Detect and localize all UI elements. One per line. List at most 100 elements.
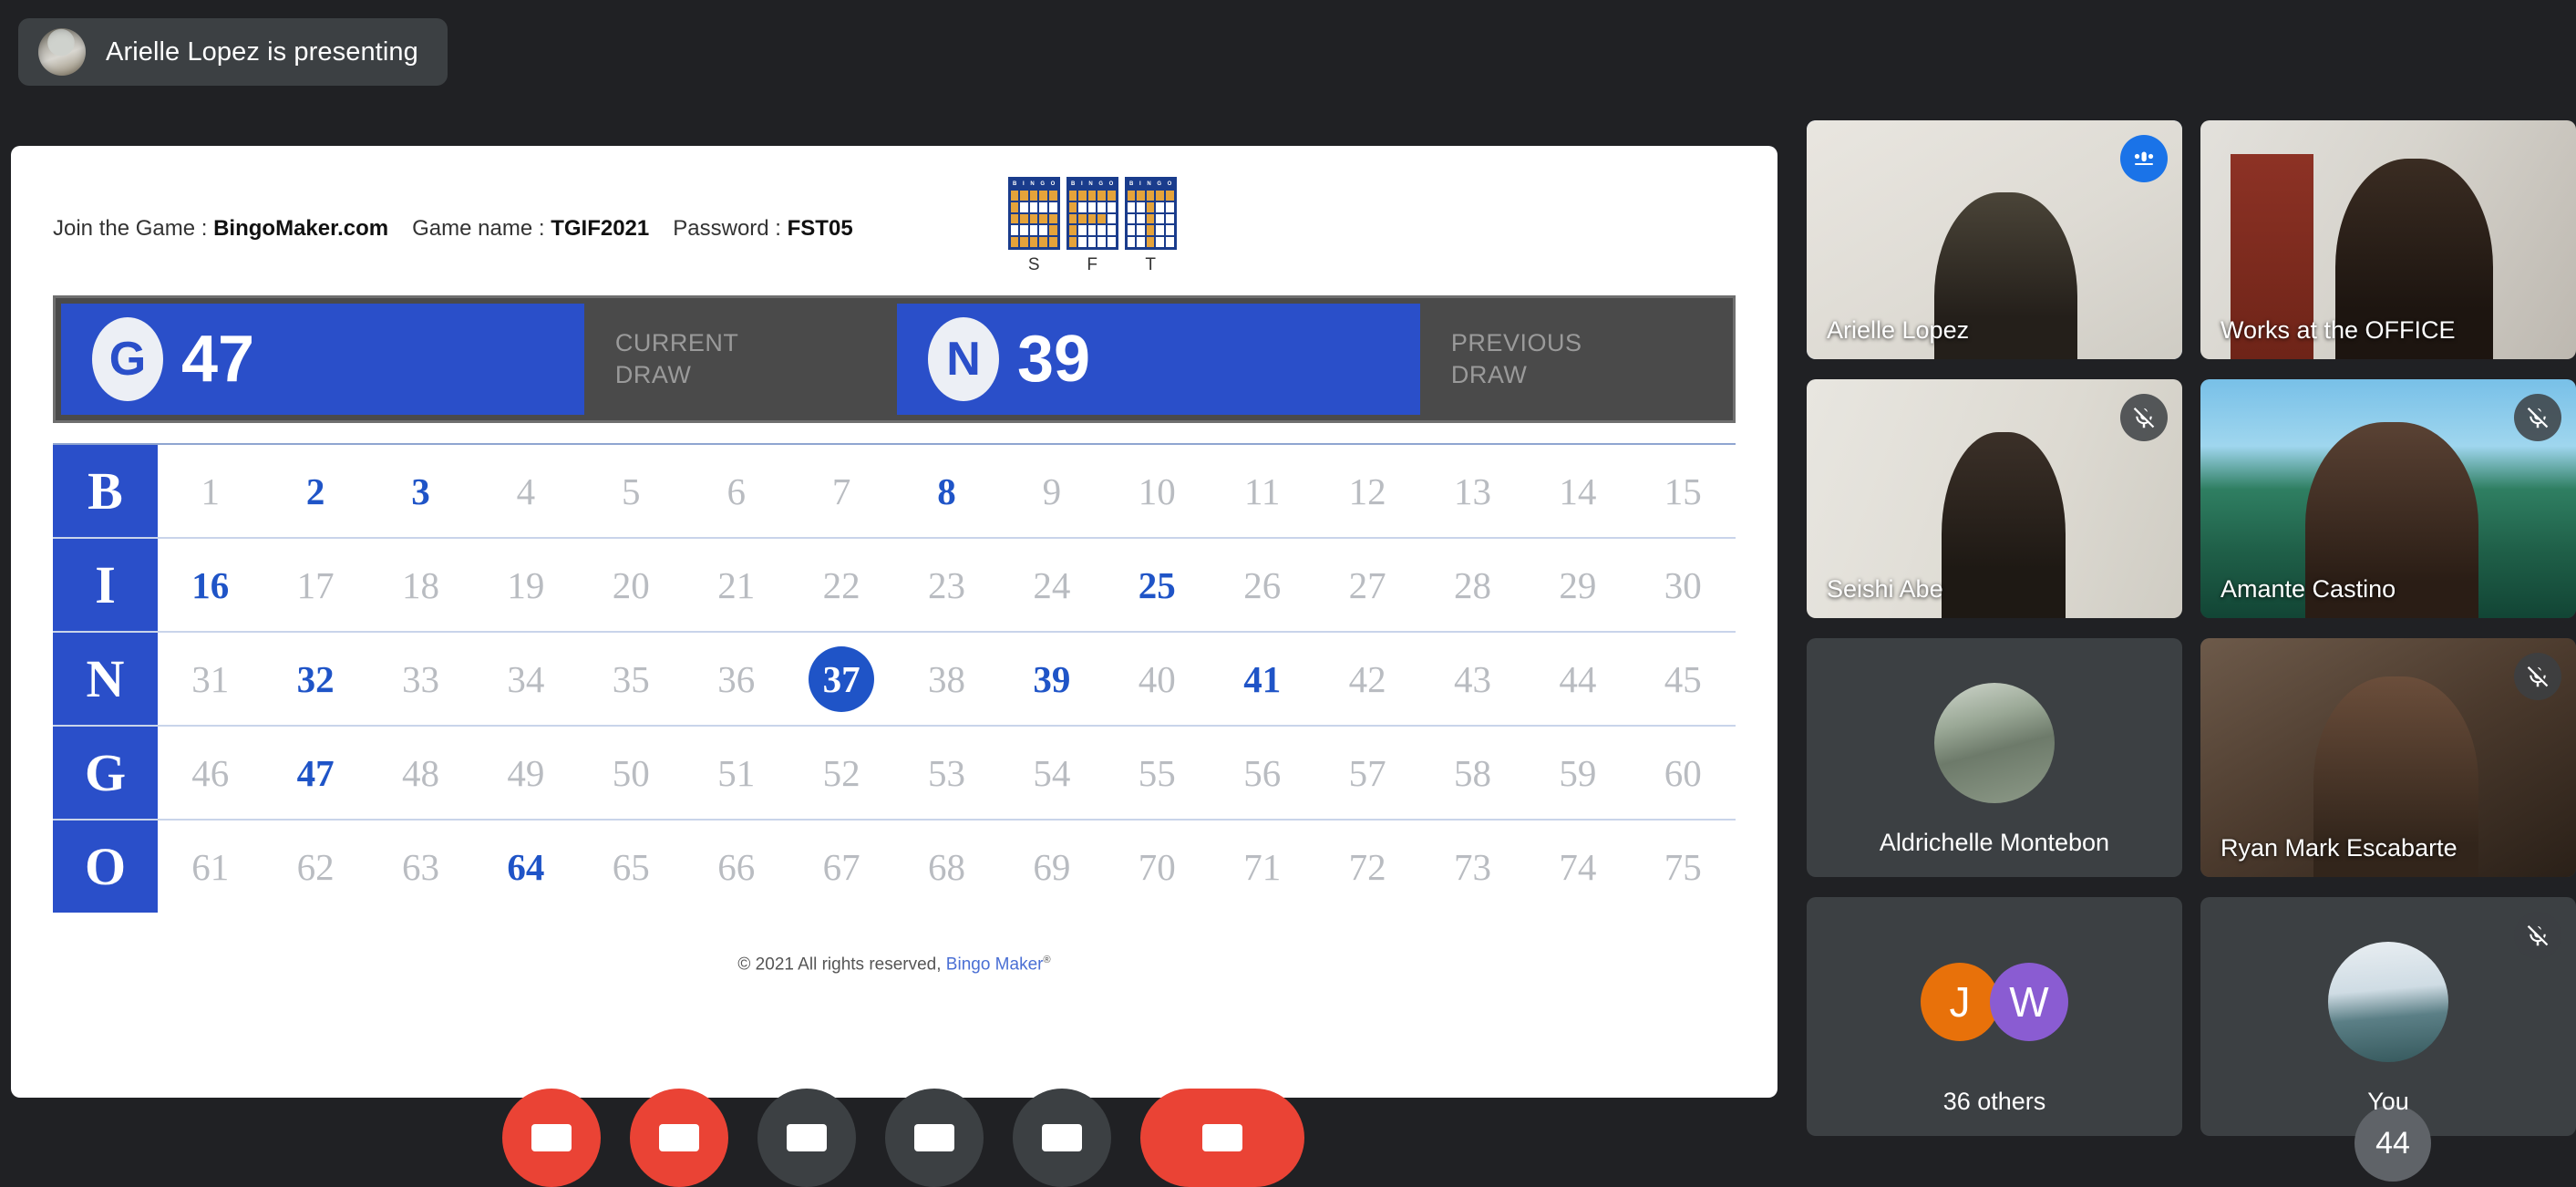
bingo-number-13[interactable]: 13 [1420,445,1525,537]
button-glyph-icon [914,1124,954,1151]
bingo-number-14[interactable]: 14 [1525,445,1630,537]
mini-card-letter: F [1087,255,1097,274]
bingo-number-48[interactable]: 48 [368,727,473,819]
bingo-number-54[interactable]: 54 [999,727,1104,819]
bingo-number-62[interactable]: 62 [263,821,367,913]
bingo-number-42[interactable]: 42 [1314,633,1419,725]
bingo-number-55[interactable]: 55 [1105,727,1210,819]
mini-card-s: BINGO S [1007,177,1060,275]
bingo-number-23[interactable]: 23 [894,539,999,631]
bingo-number-74[interactable]: 74 [1525,821,1630,913]
bingo-number-68[interactable]: 68 [894,821,999,913]
presentation-stage[interactable]: Join the Game : BingoMaker.com Game name … [11,146,1777,1098]
board-row-g: G 46 47 48 49 50 51 52 53 54 55 56 57 58 59 60 [53,725,1736,819]
bingo-number-29[interactable]: 29 [1525,539,1630,631]
bingo-number-61[interactable]: 61 [158,821,263,913]
bingo-number-11[interactable]: 11 [1210,445,1314,537]
participant-tile[interactable]: Aldrichelle Montebon [1807,638,2182,877]
bingo-number-69[interactable]: 69 [999,821,1104,913]
bingo-number-8[interactable]: 8 [894,445,999,537]
bingo-number-66[interactable]: 66 [684,821,788,913]
participant-tile[interactable]: Seishi Abe [1807,379,2182,618]
bingo-number-49[interactable]: 49 [473,727,578,819]
bingo-number-37[interactable]: 37 [788,633,893,725]
bingo-number-57[interactable]: 57 [1314,727,1419,819]
bingo-number-4[interactable]: 4 [473,445,578,537]
bingo-number-21[interactable]: 21 [684,539,788,631]
participant-tile[interactable]: J W 36 others [1807,897,2182,1136]
bingo-number-59[interactable]: 59 [1525,727,1630,819]
bingo-number-34[interactable]: 34 [473,633,578,725]
bingo-number-46[interactable]: 46 [158,727,263,819]
bingo-number-50[interactable]: 50 [579,727,684,819]
camera-button[interactable] [630,1089,728,1187]
bingo-number-9[interactable]: 9 [999,445,1104,537]
bingo-number-35[interactable]: 35 [579,633,684,725]
bingo-number-20[interactable]: 20 [579,539,684,631]
bingo-number-56[interactable]: 56 [1210,727,1314,819]
leave-call-button[interactable] [1140,1089,1304,1187]
bingo-number-31[interactable]: 31 [158,633,263,725]
participant-count-badge[interactable]: 44 [2354,1105,2431,1182]
bingo-number-30[interactable]: 30 [1631,539,1736,631]
bingo-number-36[interactable]: 36 [684,633,788,725]
bingo-number-67[interactable]: 67 [788,821,893,913]
participant-tile[interactable]: Works at the OFFICE [2200,120,2576,359]
microphone-button[interactable] [502,1089,601,1187]
bingo-number-33[interactable]: 33 [368,633,473,725]
bingo-number-6[interactable]: 6 [684,445,788,537]
participant-tile[interactable]: Arielle Lopez [1807,120,2182,359]
participant-tile[interactable]: Amante Castino [2200,379,2576,618]
bingo-number-18[interactable]: 18 [368,539,473,631]
bingo-number-72[interactable]: 72 [1314,821,1419,913]
participant-tile[interactable]: You [2200,897,2576,1136]
bingo-number-32[interactable]: 32 [263,633,367,725]
bingo-number-27[interactable]: 27 [1314,539,1419,631]
bingo-number-22[interactable]: 22 [788,539,893,631]
bingo-number-12[interactable]: 12 [1314,445,1419,537]
bingo-maker-app: Join the Game : BingoMaker.com Game name … [11,146,1777,975]
bingo-number-64[interactable]: 64 [473,821,578,913]
bingo-number-60[interactable]: 60 [1631,727,1736,819]
presenting-label: Arielle Lopez is presenting [106,36,418,67]
participant-name: Works at the OFFICE [2221,316,2456,344]
bingo-number-39[interactable]: 39 [999,633,1104,725]
bingo-number-24[interactable]: 24 [999,539,1104,631]
bingo-number-52[interactable]: 52 [788,727,893,819]
bingo-number-58[interactable]: 58 [1420,727,1525,819]
bingo-number-45[interactable]: 45 [1631,633,1736,725]
bingo-number-5[interactable]: 5 [579,445,684,537]
bingo-number-17[interactable]: 17 [263,539,367,631]
bingo-number-47[interactable]: 47 [263,727,367,819]
bingo-number-70[interactable]: 70 [1105,821,1210,913]
bingo-number-25[interactable]: 25 [1105,539,1210,631]
bingo-number-38[interactable]: 38 [894,633,999,725]
bingo-number-71[interactable]: 71 [1210,821,1314,913]
bingo-number-2[interactable]: 2 [263,445,367,537]
mini-card-grid: BINGO [1066,177,1118,250]
bingo-number-41[interactable]: 41 [1210,633,1314,725]
bingo-number-1[interactable]: 1 [158,445,263,537]
present-button[interactable] [885,1089,984,1187]
bingo-number-15[interactable]: 15 [1631,445,1736,537]
bingo-number-28[interactable]: 28 [1420,539,1525,631]
bingo-number-51[interactable]: 51 [684,727,788,819]
bingo-number-19[interactable]: 19 [473,539,578,631]
participant-tile[interactable]: Ryan Mark Escabarte [2200,638,2576,877]
bingo-number-10[interactable]: 10 [1105,445,1210,537]
bingo-number-75[interactable]: 75 [1631,821,1736,913]
bingo-number-73[interactable]: 73 [1420,821,1525,913]
more-options-button[interactable] [1013,1089,1111,1187]
bingo-number-43[interactable]: 43 [1420,633,1525,725]
bingo-number-7[interactable]: 7 [788,445,893,537]
bingo-maker-link[interactable]: Bingo Maker [946,955,1044,974]
bingo-number-3[interactable]: 3 [368,445,473,537]
bingo-number-40[interactable]: 40 [1105,633,1210,725]
bingo-number-44[interactable]: 44 [1525,633,1630,725]
bingo-number-26[interactable]: 26 [1210,539,1314,631]
bingo-number-65[interactable]: 65 [579,821,684,913]
bingo-number-63[interactable]: 63 [368,821,473,913]
bingo-number-53[interactable]: 53 [894,727,999,819]
bingo-number-16[interactable]: 16 [158,539,263,631]
captions-button[interactable] [757,1089,856,1187]
